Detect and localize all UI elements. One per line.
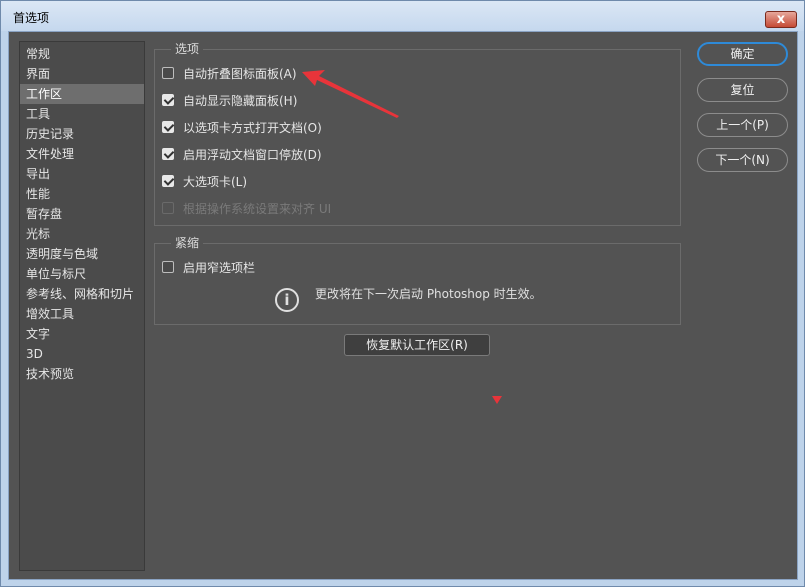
option-large-tabs[interactable]: 大选项卡(L) [162,172,247,190]
marker-triangle-icon [492,396,502,404]
sidebar-item-tech-previews[interactable]: 技术预览 [20,364,144,384]
sidebar-item-interface[interactable]: 界面 [20,64,144,84]
window-title: 首选项 [13,11,50,25]
sidebar-item-guides[interactable]: 参考线、网格和切片 [20,284,144,304]
sidebar-item-type[interactable]: 文字 [20,324,144,344]
checkbox[interactable] [162,148,174,160]
checkbox[interactable] [162,94,174,106]
option-align-ui-with-os: 根据操作系统设置来对齐 UI [162,199,331,217]
sidebar-item-export[interactable]: 导出 [20,164,144,184]
option-label: 大选项卡(L) [183,174,248,189]
checkbox[interactable] [162,121,174,133]
sidebar-item-units[interactable]: 单位与标尺 [20,264,144,284]
option-label: 启用浮动文档窗口停放(D) [183,147,322,162]
option-auto-collapse-icon-panels[interactable]: 自动折叠图标面板(A) [162,64,297,82]
option-label: 根据操作系统设置来对齐 UI [183,201,332,216]
sidebar-item-tools[interactable]: 工具 [20,104,144,124]
sidebar-item-general[interactable]: 常规 [20,44,144,64]
annotation-arrow-icon [302,70,399,118]
next-button[interactable]: 下一个(N) [697,148,788,172]
sidebar-item-plugins[interactable]: 增效工具 [20,304,144,324]
restore-default-workspace-button[interactable]: 恢复默认工作区(R) [344,334,490,356]
info-icon: i [275,288,299,312]
sidebar-item-performance[interactable]: 性能 [20,184,144,204]
option-label: 自动显示隐藏面板(H) [183,93,298,108]
checkbox[interactable] [162,261,174,273]
checkbox [162,202,174,214]
sidebar-item-3d[interactable]: 3D [20,344,144,364]
checkbox[interactable] [162,175,174,187]
options-group-title: 选项 [171,40,204,57]
sidebar-item-transparency[interactable]: 透明度与色域 [20,244,144,264]
sidebar-item-scratch-disks[interactable]: 暂存盘 [20,204,144,224]
sidebar-item-workspace[interactable]: 工作区 [20,84,144,104]
compact-group-title: 紧缩 [171,234,204,251]
title-bar[interactable]: 首选项 x [1,1,804,31]
category-list: 常规 界面 工作区 工具 历史记录 文件处理 导出 性能 暂存盘 光标 透明度与… [19,41,145,571]
close-button[interactable]: x [765,11,797,28]
preferences-window: 首选项 x 常规 界面 工作区 工具 历史记录 文件处理 导出 性能 暂存盘 光… [0,0,805,587]
reset-button[interactable]: 复位 [697,78,788,102]
sidebar-item-cursors[interactable]: 光标 [20,224,144,244]
option-label: 自动折叠图标面板(A) [183,66,297,81]
previous-button[interactable]: 上一个(P) [697,113,788,137]
sidebar-item-file-handling[interactable]: 文件处理 [20,144,144,164]
ok-button[interactable]: 确定 [697,42,788,66]
option-label: 以选项卡方式打开文档(O) [183,120,322,135]
restart-notice: 更改将在下一次启动 Photoshop 时生效。 [315,287,542,301]
option-auto-show-hidden-panels[interactable]: 自动显示隐藏面板(H) [162,91,297,109]
option-open-as-tabs[interactable]: 以选项卡方式打开文档(O) [162,118,322,136]
option-floating-window-docking[interactable]: 启用浮动文档窗口停放(D) [162,145,322,163]
option-narrow-options-bar[interactable]: 启用窄选项栏 [162,258,255,276]
dialog-body: 常规 界面 工作区 工具 历史记录 文件处理 导出 性能 暂存盘 光标 透明度与… [8,31,798,580]
checkbox[interactable] [162,67,174,79]
sidebar-item-history[interactable]: 历史记录 [20,124,144,144]
compact-group [154,243,681,325]
option-label: 启用窄选项栏 [183,260,256,275]
